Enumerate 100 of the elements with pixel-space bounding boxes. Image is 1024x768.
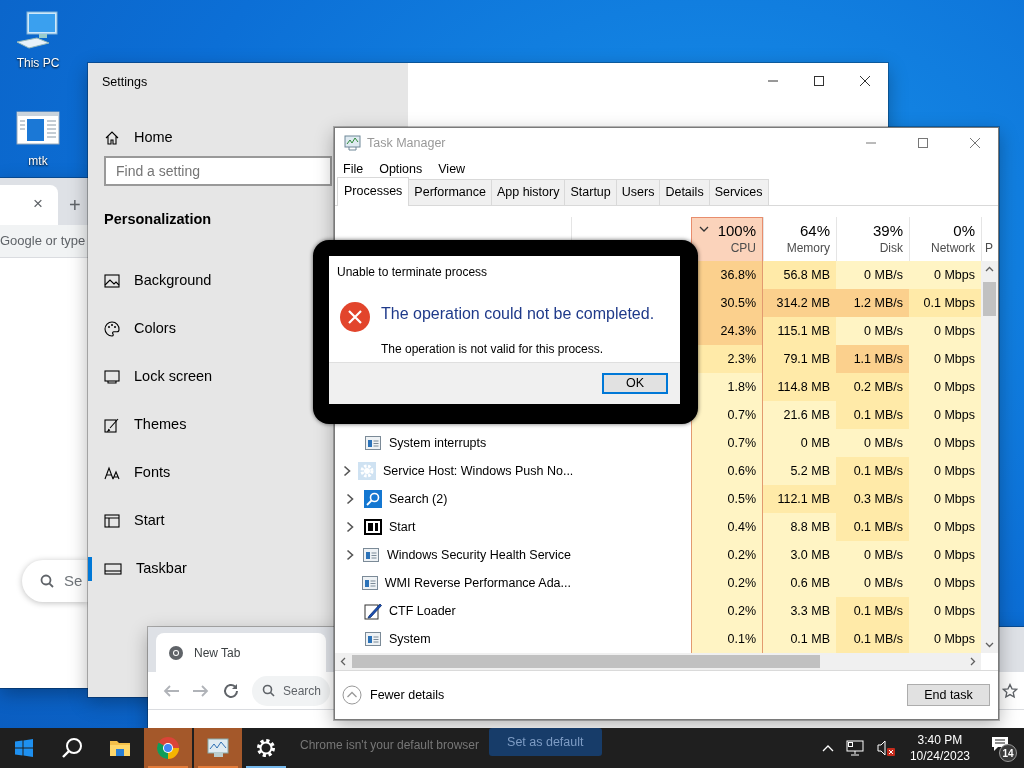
vertical-scrollbar[interactable]: [981, 261, 998, 653]
tab-close-button[interactable]: ×: [33, 191, 43, 217]
taskbar-layout-icon: [104, 563, 122, 575]
sidebar-item[interactable]: Taskbar: [88, 545, 193, 593]
table-cell: 0.1%: [691, 625, 763, 653]
reload-icon[interactable]: [222, 681, 240, 700]
expand-chevron-icon[interactable]: [346, 521, 354, 533]
expand-chevron-icon[interactable]: [343, 465, 351, 477]
palette-icon: [104, 321, 120, 337]
table-cell: 0.7%: [691, 401, 763, 429]
start-layout-icon: [104, 514, 120, 528]
menu-item[interactable]: File: [337, 160, 370, 179]
sidebar-item[interactable]: Colors: [88, 305, 182, 353]
menu-item[interactable]: Options: [373, 160, 429, 179]
section-heading: Personalization: [104, 210, 212, 230]
sidebar-item[interactable]: Start: [88, 497, 171, 545]
new-tab-button[interactable]: +: [69, 190, 81, 220]
gear-icon: [358, 462, 376, 480]
process-name[interactable]: CTF Loader: [389, 601, 456, 621]
set-default-button[interactable]: Set as default: [489, 728, 602, 756]
search-icon: [40, 574, 54, 588]
process-name[interactable]: Service Host: Windows Push No...: [383, 461, 574, 481]
process-name[interactable]: System interrupts: [389, 433, 487, 453]
search-field[interactable]: Find a setting: [104, 156, 332, 186]
icon-label: This PC: [16, 55, 60, 72]
chevron-up-icon[interactable]: [821, 744, 834, 752]
table-cell: 0 Mbps: [909, 345, 981, 373]
window-title: Task Manager: [367, 134, 446, 152]
tab[interactable]: App history: [490, 179, 566, 205]
table-cell: 0.1 MB/s: [836, 597, 909, 625]
table-cell: 0.3 MB/s: [836, 485, 909, 513]
sidebar-item[interactable]: Themes: [88, 401, 193, 449]
speaker-muted-icon[interactable]: [875, 739, 896, 757]
sidebar-item[interactable]: Fonts: [88, 449, 177, 497]
table-cell: 0.6 MB: [763, 569, 836, 597]
table-cell: 21.6 MB: [763, 401, 836, 429]
browser-tab[interactable]: New Tab: [156, 633, 326, 672]
table-cell: 0.2 MB/s: [836, 373, 909, 401]
process-name[interactable]: Search (2): [389, 489, 448, 509]
table-cell: 0 Mbps: [909, 597, 981, 625]
table-cell: 0.6%: [691, 457, 763, 485]
scroll-up-icon[interactable]: [985, 266, 994, 272]
tab[interactable]: Performance: [408, 179, 492, 205]
monitor-chart-icon: [343, 135, 361, 151]
table-cell: 1.2 MB/s: [836, 289, 909, 317]
infobar-message: Chrome isn't your default browser: [300, 737, 480, 754]
expand-chevron-icon[interactable]: [346, 493, 354, 505]
ok-button[interactable]: OK: [602, 373, 668, 394]
column-header[interactable]: 100% CPU: [691, 217, 763, 261]
tab[interactable]: Startup: [564, 179, 617, 205]
table-cell: 8.8 MB: [763, 513, 836, 541]
star-icon[interactable]: [1002, 682, 1018, 699]
window-icon: [365, 632, 381, 646]
process-name[interactable]: System: [389, 629, 431, 649]
search-box[interactable]: Se: [22, 560, 88, 602]
tab[interactable]: Processes: [337, 177, 410, 206]
scrollbar-thumb[interactable]: [352, 655, 820, 668]
font-icon: [104, 466, 120, 480]
scroll-down-icon[interactable]: [985, 642, 994, 648]
sidebar-item[interactable]: Background: [88, 257, 218, 305]
dialog-message: The operation is not valid for this process.: [381, 340, 605, 358]
monitor-chart-icon: [206, 737, 230, 759]
scroll-left-icon[interactable]: [340, 657, 346, 666]
horizontal-scrollbar[interactable]: [335, 653, 981, 670]
window-icon: [364, 519, 382, 535]
column-header[interactable]: P: [985, 238, 993, 257]
tab[interactable]: Details: [659, 179, 710, 205]
search-icon: [364, 490, 382, 508]
clock[interactable]: 3:40 PM 10/24/2023: [907, 731, 972, 765]
process-name[interactable]: WMI Reverse Performance Ada...: [384, 573, 571, 593]
dialog-title: Unable to terminate process: [337, 265, 488, 279]
table-cell: 0 Mbps: [909, 401, 981, 429]
window-icon: [361, 576, 378, 590]
tab[interactable]: Services: [708, 179, 769, 205]
image-icon: [104, 274, 120, 288]
notification-button[interactable]: 14: [988, 733, 1018, 763]
scroll-right-icon[interactable]: [970, 657, 976, 666]
error-icon: [339, 300, 371, 333]
maximize-icon: [814, 76, 824, 86]
address-bar[interactable]: Search: [252, 675, 330, 706]
network-icon[interactable]: [845, 740, 864, 756]
search-icon: [61, 737, 83, 759]
menu-item[interactable]: View: [432, 160, 472, 179]
tab[interactable]: Users: [615, 179, 661, 205]
table-cell: 0.1 MB/s: [836, 625, 909, 653]
process-name[interactable]: Start: [389, 517, 416, 537]
process-name[interactable]: Windows Security Health Service: [386, 545, 571, 565]
table-cell: 0.1 MB/s: [836, 513, 909, 541]
table-cell: 112.1 MB: [763, 485, 836, 513]
table-cell: 115.1 MB: [763, 317, 836, 345]
table-cell: 0 MB/s: [836, 429, 909, 457]
sidebar-item[interactable]: Lock screen: [88, 353, 219, 401]
table-cell: 0 Mbps: [909, 373, 981, 401]
end-task-button[interactable]: End task: [907, 684, 990, 706]
fewer-details-button[interactable]: Fewer details: [342, 685, 445, 705]
scrollbar-thumb[interactable]: [983, 282, 996, 316]
window-icon: [363, 548, 380, 562]
table-cell: 56.8 MB: [763, 261, 836, 289]
expand-chevron-icon[interactable]: [345, 549, 354, 561]
table-cell: 0.1 MB/s: [836, 401, 909, 429]
